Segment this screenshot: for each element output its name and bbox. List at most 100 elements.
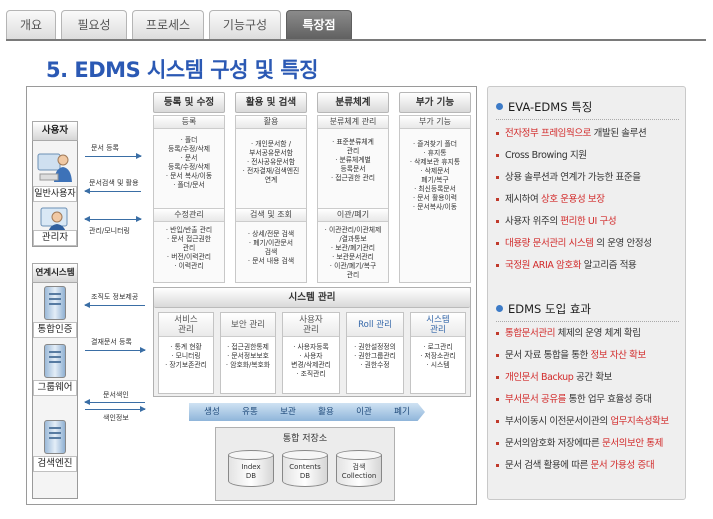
effect-item-hl: 개인문서 Backup: [505, 372, 574, 383]
lifecycle-step-create: 생성: [189, 403, 235, 421]
effects-title-text: EDMS 도입 효과: [508, 302, 591, 316]
general-user-label: 일반사용자: [33, 186, 77, 202]
search-collection-label: 검색 Collection: [341, 463, 377, 480]
feature-item-hl: 전자정부 프레임웍으로: [505, 128, 592, 139]
feature-item-post: 개발된 솔루션: [591, 128, 647, 139]
column-header-classification: 분류체계: [317, 92, 389, 113]
effect-item-pre: 문서 자료 통합을 통한: [505, 350, 591, 361]
feature-item: 제시하여 상호 운용성 보장: [496, 193, 652, 215]
effect-item-hl: 업무지속성확보: [610, 416, 669, 427]
search-collection-icon: 검색 Collection: [336, 450, 382, 490]
features-panel: EVA-EDMS 특징 전자정부 프레임웍으로 개발된 솔루션 Cross Bro…: [487, 86, 686, 500]
feature-item-hl: 대용량 문서관리 시스템: [505, 238, 594, 249]
roll-management-title: Roll 관리: [347, 313, 403, 337]
arrow-index-info: [85, 406, 146, 412]
effect-item-hl: 정보 자산 확보: [590, 350, 647, 361]
effect-item-post: 체제의 운영 체계 확립: [555, 328, 641, 339]
feature-item-pre: 제시하여: [505, 194, 541, 205]
lifecycle-step-distribute: 유통: [227, 403, 273, 421]
tab-overview[interactable]: 개요: [6, 10, 56, 40]
effect-item: 부서이동시 이전문서이관의 업무지속성확보: [496, 415, 669, 437]
security-management-items: · 접근권한통제 · 문서정보보호 · 암호화/복호화: [225, 343, 271, 369]
effect-item: 문서의암호화 저장에따른 문서의보안 통제: [496, 437, 669, 459]
search-engine-server-icon: [44, 420, 66, 454]
sys-management-box: 시스템 관리 · 로그관리 · 저장소관리 · 시스템: [410, 312, 466, 394]
page-title: 5. EDMS 시스템 구성 및 특징: [46, 58, 319, 82]
lifecycle-step-archive: 보관: [265, 403, 311, 421]
bullet-dot-icon: [496, 305, 503, 312]
roll-management-box: Roll 관리 · 권한설정정의 · 권한그룹관리 · 권한수정: [346, 312, 404, 394]
contents-db-icon: Contents DB: [282, 450, 328, 490]
subheader-revision: 수정관리: [154, 208, 224, 222]
arrow-label-doc-register: 문서 등록: [91, 144, 119, 152]
features-list: 전자정부 프레임웍으로 개발된 솔루션 Cross Browing 지원 상용 솔루…: [496, 127, 652, 281]
feature-item: Cross Browing 지원: [496, 149, 652, 171]
register-items: · 폴더 등록/수정/삭제 · 문서 등록/수정/삭제 · 문서 복사/이동 ·…: [165, 136, 213, 189]
arrow-label-doc-search: 문서검색 및 활용: [89, 179, 139, 187]
effect-item: 통합문서관리 체제의 운영 체계 확립: [496, 327, 669, 349]
bullet-dot-icon: [496, 103, 503, 110]
subheader-addon: 부가 기능: [400, 116, 470, 129]
users-header: 사용자: [32, 121, 78, 141]
effect-item: 문서 검색 활용에 따른 문서 가용성 증대: [496, 459, 669, 481]
effects-list: 통합문서관리 체제의 운영 체계 확립 문서 자료 통합을 통한 정보 자산 확보…: [496, 327, 669, 481]
column-addon: 부가 기능 · 즐겨찾기 폴더 · 휴지통 · 삭제보관 휴지통 · 삭제문서 …: [399, 115, 471, 283]
effect-item-post: 공간 확보: [573, 372, 613, 383]
sys-management-items: · 로그관리 · 저장소관리 · 시스템: [420, 343, 456, 369]
feature-item: 전자정부 프레임웍으로 개발된 솔루션: [496, 127, 652, 149]
effects-divider: [496, 321, 679, 322]
column-register: 등록 · 폴더 등록/수정/삭제 · 문서 등록/수정/삭제 · 문서 복사/이…: [153, 115, 225, 283]
feature-item-pre: Cross Browing 지원: [505, 150, 587, 161]
feature-item-post: 의 운영 안정성: [593, 238, 652, 249]
tab-features[interactable]: 특장점: [286, 10, 352, 40]
tab-functions[interactable]: 기능구성: [209, 10, 281, 40]
integrated-storage-title: 통합 저장소: [282, 434, 328, 444]
effect-item-hl: 통합문서관리: [505, 328, 556, 339]
tab-necessity[interactable]: 필요성: [61, 10, 127, 40]
classification-items: · 표준분류체계 관리 · 분류체계별 등록문서 · 접근권한 관리: [330, 138, 375, 182]
revision-items: · 반입/반출 관리 · 문서 접근권한 관리 · 버전/이력관리 · 이력관리: [165, 226, 213, 270]
tab-process[interactable]: 프로세스: [132, 10, 204, 40]
features-title: EVA-EDMS 특징: [496, 99, 592, 115]
arrow-org-info: [84, 302, 145, 308]
index-db-label: Index DB: [241, 463, 261, 480]
tab-bar: 개요 필요성 프로세스 기능구성 특장점: [6, 10, 706, 40]
arrow-label-index-info: 색인정보: [103, 414, 129, 422]
usage-items: · 개인문서함 / 부서공유문서함 · 전사공유문서함 · 전자결재/검색엔진 …: [242, 140, 300, 184]
service-management-box: 서비스 관리 · 통계 현황 · 모니터링 · 장기보존관리: [158, 312, 214, 394]
general-user-icon: [37, 153, 72, 182]
feature-item-post: 알고리즘 적용: [581, 260, 637, 271]
integrated-auth-label: 통합인증: [33, 322, 77, 338]
effect-item-hl: 문서의보안 통제: [601, 438, 663, 449]
subheader-usage: 활용: [236, 116, 306, 129]
security-management-box: 보안 관리 · 접근권한통제 · 문서정보보호 · 암호화/복호화: [220, 312, 276, 394]
effect-item-hl: 문서 가용성 증대: [590, 460, 655, 471]
integrated-auth-server-icon: [44, 286, 66, 320]
system-management-panel: 시스템 관리 서비스 관리 · 통계 현황 · 모니터링 · 장기보존관리 보안…: [153, 287, 471, 397]
arrow-doc-index: [84, 399, 145, 405]
linked-systems-panel: 연계시스템 통합인증 그룹웨어 검색엔진: [32, 263, 78, 499]
admin-label: 관리자: [33, 230, 77, 246]
feature-item-hl: 편리한 UI 구성: [560, 216, 617, 227]
feature-item: 사용자 위주의 편리한 UI 구성: [496, 215, 652, 237]
tab-underline: [6, 39, 706, 41]
features-divider: [496, 119, 679, 120]
column-header-addon: 부가 기능: [399, 92, 471, 113]
effect-item-hl: 부서문서 공유를: [505, 394, 566, 405]
contents-db-label: Contents DB: [289, 463, 321, 480]
arrow-label-approval: 결재문서 등록: [91, 338, 132, 346]
security-management-title: 보안 관리: [221, 313, 275, 337]
user-management-items: · 사용자등록 · 사용자 변경/삭제관리 · 조직관리: [291, 343, 331, 378]
column-header-usage: 활용 및 검색: [235, 92, 307, 113]
document-lifecycle: 생성 유통 보관 활용 이관 폐기: [189, 403, 439, 421]
feature-item-pre: 상용 솔루션과 연계가 가능한 표준을: [505, 172, 641, 183]
effect-item-pre: 부서이동시 이전문서이관의: [505, 416, 611, 427]
lifecycle-step-dispose: 폐기: [379, 403, 425, 421]
lifecycle-step-use: 활용: [303, 403, 349, 421]
effect-item: 문서 자료 통합을 통한 정보 자산 확보: [496, 349, 669, 371]
arrow-doc-register: [85, 153, 142, 159]
subheader-classification: 분류체계 관리: [318, 116, 388, 129]
user-management-title: 사용자 관리: [283, 313, 339, 337]
column-usage: 활용 · 개인문서함 / 부서공유문서함 · 전사공유문서함 · 전자결재/검색…: [235, 115, 307, 283]
feature-item-pre: 사용자 위주의: [505, 216, 561, 227]
